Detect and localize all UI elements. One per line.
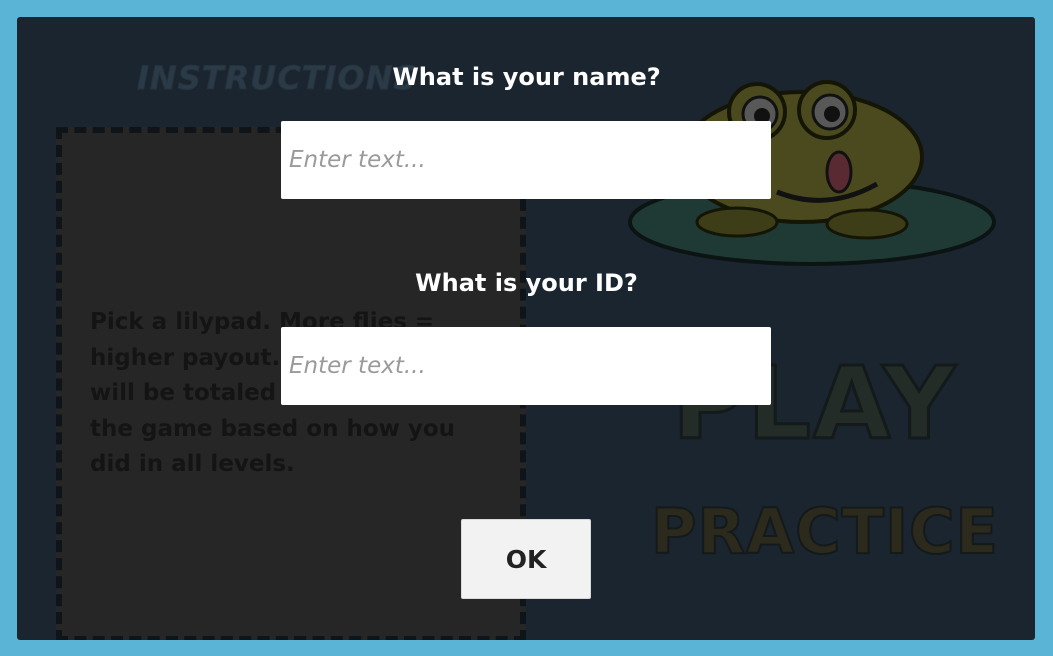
id-question-label: What is your ID?: [415, 269, 638, 297]
id-input[interactable]: [281, 327, 771, 405]
practice-button-dimmed: PRACTICE: [650, 494, 999, 569]
game-frame: INSTRUCTIONS Pick a lilypad. More flies …: [0, 0, 1053, 656]
name-input[interactable]: [281, 121, 771, 199]
name-question-label: What is your name?: [392, 63, 661, 91]
ok-button[interactable]: OK: [461, 519, 591, 599]
